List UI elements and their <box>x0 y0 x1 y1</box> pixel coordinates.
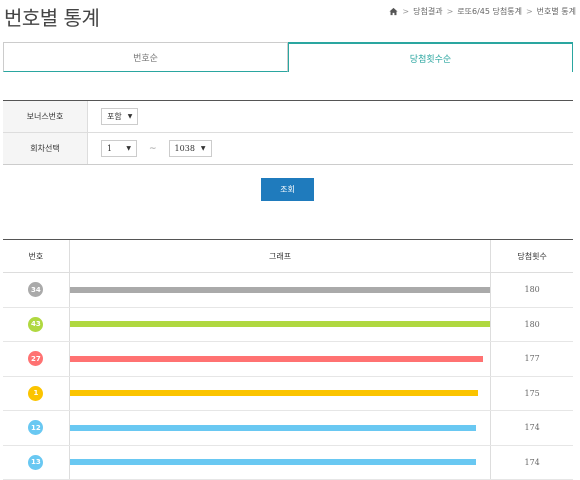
table-header: 번호 그래프 당첨횟수 <box>3 240 573 273</box>
bonus-select[interactable]: 포함 ▼ <box>101 108 138 125</box>
breadcrumb-item-current: 번호별 통계 <box>537 6 576 17</box>
breadcrumb-item[interactable]: 로또6/45 당첨통계 <box>457 6 522 17</box>
win-count-bar <box>70 287 490 293</box>
win-count-value: 180 <box>525 285 540 294</box>
header-count: 당첨횟수 <box>491 240 573 272</box>
win-count-value: 177 <box>525 354 540 363</box>
win-count-bar <box>70 356 483 362</box>
sort-tabs: 번호순 당첨횟수순 <box>3 42 573 72</box>
tab-by-win-count[interactable]: 당첨횟수순 <box>288 42 573 72</box>
search-button[interactable]: 조회 <box>261 178 314 201</box>
count-cell: 180 <box>491 273 573 307</box>
table-row: 1 175 <box>3 377 573 412</box>
lotto-ball: 34 <box>28 282 43 297</box>
win-count-bar <box>70 321 490 327</box>
chevron-down-icon: ▼ <box>201 145 206 152</box>
tab-by-number[interactable]: 번호순 <box>3 42 288 72</box>
breadcrumb: > 당첨결과 > 로또6/45 당첨통계 > 번호별 통계 <box>389 6 576 17</box>
breadcrumb-separator: > <box>447 7 454 16</box>
breadcrumb-separator: > <box>526 7 533 16</box>
table-row: 27 177 <box>3 342 573 377</box>
count-cell: 177 <box>491 342 573 376</box>
graph-cell <box>70 308 492 342</box>
chevron-down-icon: ▼ <box>126 145 131 152</box>
table-row: 34 180 <box>3 273 573 308</box>
number-cell: 34 <box>3 273 70 307</box>
header-number: 번호 <box>3 240 70 272</box>
form-row-round: 회차선택 1 ▼ ~ 1038 ▼ <box>3 133 573 164</box>
lotto-ball: 27 <box>28 351 43 366</box>
table-row: 13 174 <box>3 446 573 480</box>
round-to-select[interactable]: 1038 ▼ <box>169 140 212 157</box>
count-cell: 174 <box>491 411 573 445</box>
search-form: 보너스번호 포함 ▼ 회차선택 1 ▼ ~ 1038 ▼ <box>3 100 573 165</box>
number-cell: 27 <box>3 342 70 376</box>
count-cell: 180 <box>491 308 573 342</box>
graph-cell <box>70 273 492 307</box>
form-row-bonus: 보너스번호 포함 ▼ <box>3 101 573 133</box>
graph-cell <box>70 411 492 445</box>
bonus-select-value: 포함 <box>107 111 122 122</box>
lotto-ball: 1 <box>28 386 43 401</box>
lotto-ball: 13 <box>28 455 43 470</box>
win-count-bar <box>70 390 478 396</box>
page-title: 번호별 통계 <box>4 2 99 31</box>
graph-cell <box>70 342 492 376</box>
header-graph: 그래프 <box>70 240 492 272</box>
bonus-label: 보너스번호 <box>3 101 88 132</box>
win-count-value: 175 <box>525 389 540 398</box>
round-to-value: 1038 <box>175 144 195 153</box>
stats-table: 번호 그래프 당첨횟수 34 180 43 180 27 177 1 175 12 174 13 17… <box>3 239 573 480</box>
breadcrumb-separator: > <box>402 7 409 16</box>
chevron-down-icon: ▼ <box>128 113 133 120</box>
win-count-value: 174 <box>525 458 540 467</box>
breadcrumb-item[interactable]: 당첨결과 <box>413 6 442 17</box>
number-cell: 1 <box>3 377 70 411</box>
graph-cell <box>70 446 492 480</box>
count-cell: 175 <box>491 377 573 411</box>
number-cell: 12 <box>3 411 70 445</box>
win-count-value: 180 <box>525 320 540 329</box>
round-from-value: 1 <box>107 144 112 153</box>
range-tilde: ~ <box>149 144 157 154</box>
number-cell: 13 <box>3 446 70 480</box>
round-label: 회차선택 <box>3 133 88 164</box>
table-body: 34 180 43 180 27 177 1 175 12 174 13 174 <box>3 273 573 480</box>
count-cell: 174 <box>491 446 573 480</box>
win-count-value: 174 <box>525 423 540 432</box>
win-count-bar <box>70 459 476 465</box>
lotto-ball: 43 <box>28 317 43 332</box>
round-from-select[interactable]: 1 ▼ <box>101 140 137 157</box>
win-count-bar <box>70 425 476 431</box>
graph-cell <box>70 377 492 411</box>
table-row: 12 174 <box>3 411 573 446</box>
lotto-ball: 12 <box>28 420 43 435</box>
table-row: 43 180 <box>3 308 573 343</box>
number-cell: 43 <box>3 308 70 342</box>
home-icon[interactable] <box>389 7 398 16</box>
